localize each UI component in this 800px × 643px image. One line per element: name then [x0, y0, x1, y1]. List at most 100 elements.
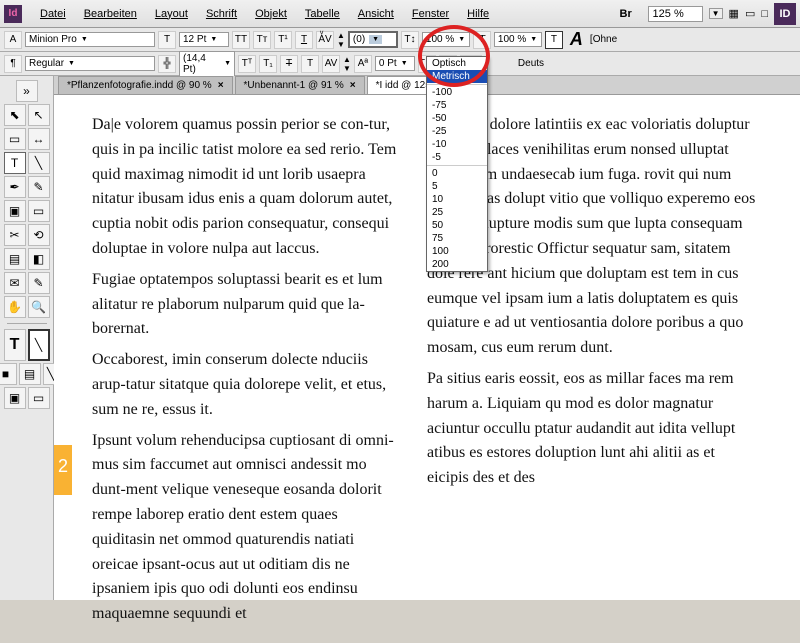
- rect-tool-icon[interactable]: ▭: [28, 200, 50, 222]
- text-column-1[interactable]: Da|e volorem quamus possin perior se con…: [54, 95, 417, 643]
- body-text[interactable]: Fugiae optatempos soluptassi bearit es e…: [92, 268, 397, 342]
- underline-icon[interactable]: T: [295, 31, 313, 49]
- strike-icon[interactable]: T: [280, 55, 298, 73]
- vscale-field[interactable]: 100 %▼: [422, 32, 470, 47]
- screen-mode-icon[interactable]: ▭: [745, 7, 755, 20]
- type-tool-icon[interactable]: T: [4, 152, 26, 174]
- body-text[interactable]: Ipsunt volum rehenducipsa cuptiosant di …: [92, 429, 397, 627]
- lang-label: Deuts: [518, 58, 544, 69]
- gradient-feather-icon[interactable]: ◧: [28, 248, 50, 270]
- tools-flyout[interactable]: »: [16, 80, 38, 102]
- kern-opt[interactable]: 75: [427, 232, 487, 245]
- smallcaps-icon[interactable]: Tᴛ: [253, 31, 271, 49]
- kern-opt[interactable]: 0: [427, 167, 487, 180]
- kern-opt[interactable]: 5: [427, 180, 487, 193]
- scissors-tool-icon[interactable]: ✂: [4, 224, 26, 246]
- menu-file[interactable]: Datei: [32, 4, 74, 24]
- gap-tool-icon[interactable]: ↔: [28, 128, 50, 150]
- font-size-field[interactable]: 12 Pt▼: [179, 32, 229, 47]
- pen-tool-icon[interactable]: ✒: [4, 176, 26, 198]
- kern-opt[interactable]: -75: [427, 99, 487, 112]
- gradient-tool-icon[interactable]: ▤: [4, 248, 26, 270]
- sub2-icon[interactable]: T₁: [259, 55, 277, 73]
- tools-panel: » ⬉ ↖ ▭ ↔ T ╲ ✒ ✎ ▣ ▭ ✂ ⟲ ▤ ◧ ✉: [0, 76, 54, 600]
- body-text[interactable]: Occaborest, imin conserum dolecte nducii…: [92, 348, 397, 422]
- kern-opt[interactable]: -10: [427, 138, 487, 151]
- menubar: Id Datei Bearbeiten Layout Schrift Objek…: [0, 0, 800, 28]
- subscript-icon[interactable]: Tᵀ: [238, 55, 256, 73]
- normal-view-icon[interactable]: ▣: [4, 387, 26, 409]
- skew-icon[interactable]: T: [473, 31, 491, 49]
- apply-color-icon[interactable]: ■: [0, 363, 17, 385]
- zoom-dropdown[interactable]: ▼: [709, 8, 723, 19]
- kern-opt[interactable]: -50: [427, 112, 487, 125]
- menu-edit[interactable]: Bearbeiten: [76, 4, 145, 24]
- hand-tool-icon[interactable]: ✋: [4, 296, 26, 318]
- leading-field[interactable]: (14,4 Pt)▼: [179, 51, 235, 77]
- character-toolbar-2: ¶ Regular▼ ╬ (14,4 Pt)▼ Tᵀ T₁ T T AV ▲▼ …: [0, 52, 800, 76]
- kerning-field[interactable]: (0)▼: [348, 31, 398, 48]
- kern-opt[interactable]: 50: [427, 219, 487, 232]
- kern-opt[interactable]: 25: [427, 206, 487, 219]
- page-tool-icon[interactable]: ▭: [4, 128, 26, 150]
- menu-view[interactable]: Ansicht: [350, 4, 402, 24]
- id-badge: ID: [774, 3, 796, 25]
- close-icon[interactable]: ×: [350, 80, 356, 91]
- swap-fill-icon[interactable]: ╲: [28, 329, 50, 361]
- menu-object[interactable]: Objekt: [247, 4, 295, 24]
- note-tool-icon[interactable]: ✉: [4, 272, 26, 294]
- line-tool-icon[interactable]: ╲: [28, 152, 50, 174]
- body-text[interactable]: Pa sitius earis eossit, eos as millar fa…: [427, 367, 760, 491]
- kern-opt[interactable]: 10: [427, 193, 487, 206]
- track-icon: AV: [322, 55, 340, 73]
- doc-tab-2[interactable]: *Unbenannt-1 @ 91 %×: [235, 76, 365, 94]
- font-style-field[interactable]: Regular▼: [25, 56, 155, 71]
- fill-color-icon[interactable]: T: [545, 31, 563, 49]
- menu-window[interactable]: Fenster: [404, 4, 457, 24]
- app-icon: Id: [4, 5, 22, 23]
- menu-layout[interactable]: Layout: [147, 4, 196, 24]
- font-family-field[interactable]: Minion Pro▼: [25, 32, 155, 47]
- size-stepper-icon[interactable]: T: [158, 31, 176, 49]
- direct-selection-tool-icon[interactable]: ↖: [28, 104, 50, 126]
- zoom-field[interactable]: 125 %: [648, 6, 703, 22]
- baseline-field[interactable]: 0 Pt▼: [375, 56, 415, 71]
- close-icon[interactable]: ×: [218, 80, 224, 91]
- kerning-dropdown[interactable]: Optisch Metrisch -100 -75 -50 -25 -10 -5…: [426, 56, 488, 272]
- menu-type[interactable]: Schrift: [198, 4, 245, 24]
- zoom-tool-icon[interactable]: 🔍: [28, 296, 50, 318]
- transform-tool-icon[interactable]: ⟲: [28, 224, 50, 246]
- allcaps-icon[interactable]: TT: [232, 31, 250, 49]
- kern-opt-optisch[interactable]: Optisch: [427, 57, 487, 70]
- menu-table[interactable]: Tabelle: [297, 4, 348, 24]
- kern-opt[interactable]: 100: [427, 245, 487, 258]
- rect-frame-tool-icon[interactable]: ▣: [4, 200, 26, 222]
- kern-opt[interactable]: -100: [427, 86, 487, 99]
- eyedropper-tool-icon[interactable]: ✎: [28, 272, 50, 294]
- ligature-icon[interactable]: T: [301, 55, 319, 73]
- doc-tab-1[interactable]: *Pflanzenfotografie.indd @ 90 %×: [58, 76, 233, 94]
- baseline-icon[interactable]: Aª: [354, 55, 372, 73]
- hscale2-field[interactable]: 100 %▼: [494, 32, 542, 47]
- pencil-tool-icon[interactable]: ✎: [28, 176, 50, 198]
- fill-stroke-icon[interactable]: T: [4, 329, 26, 361]
- selection-tool-icon[interactable]: ⬉: [4, 104, 26, 126]
- bridge-button[interactable]: Br: [620, 8, 642, 20]
- para-format-icon[interactable]: ¶: [4, 55, 22, 73]
- leading-stepper-icon[interactable]: ╬: [158, 55, 176, 73]
- kern-opt[interactable]: -5: [427, 151, 487, 164]
- kern-opt[interactable]: -25: [427, 125, 487, 138]
- vscale-stepper-icon[interactable]: T↕: [401, 31, 419, 49]
- preview-view-icon[interactable]: ▭: [28, 387, 50, 409]
- char-format-icon[interactable]: A: [4, 31, 22, 49]
- body-text[interactable]: Da|e volorem quamus possin perior se con…: [92, 113, 397, 262]
- menu-help[interactable]: Hilfe: [459, 4, 497, 24]
- superscript-icon[interactable]: T¹: [274, 31, 292, 49]
- view-mode-icon[interactable]: ▦: [729, 7, 739, 20]
- kern-opt-metrisch[interactable]: Metrisch: [427, 70, 487, 83]
- kern-opt[interactable]: 200: [427, 258, 487, 271]
- arrange-icon[interactable]: □: [761, 8, 768, 20]
- char-style-label: [Ohne: [590, 34, 617, 45]
- apply-gradient-icon[interactable]: ▤: [19, 363, 41, 385]
- char-style-icon[interactable]: A: [570, 29, 583, 50]
